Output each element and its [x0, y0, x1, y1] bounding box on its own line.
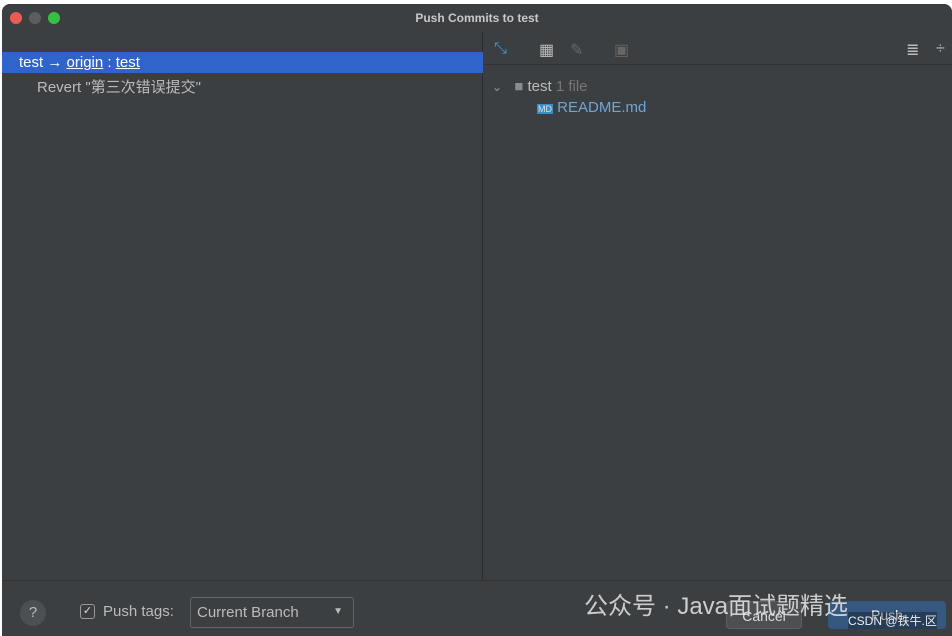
- file-name: README.md: [557, 99, 647, 116]
- commit-item[interactable]: Revert "第三次错误提交": [37, 76, 201, 97]
- edit-icon[interactable]: ✎: [570, 40, 583, 60]
- dropdown-arrow-icon: ▼: [333, 606, 343, 617]
- csdn-watermark: CSDN @铁牛.区: [848, 612, 937, 629]
- file-count: 1 file: [555, 78, 588, 95]
- folder-node[interactable]: ⌄ ■ test 1 file: [492, 78, 646, 95]
- chevron-down-icon[interactable]: ⌄: [492, 80, 502, 94]
- separator: :: [107, 54, 112, 71]
- push-dialog: Push Commits to test test → origin : tes…: [2, 4, 952, 636]
- file-tree: ⌄ ■ test 1 file MD README.md: [492, 78, 646, 116]
- remote-branch-link[interactable]: test: [116, 54, 140, 71]
- changes-panel: ⤡ ▦ ✎ ▣ ≣ ÷ ⌄ ■ test 1 file MD README.md: [484, 32, 952, 580]
- markdown-file-icon: MD: [537, 104, 553, 114]
- collapse-all-icon[interactable]: ÷: [936, 40, 945, 58]
- wechat-watermark: 公众号 · Java面试题精选: [584, 593, 849, 620]
- push-tags-checkbox[interactable]: ✓: [80, 604, 95, 619]
- folder-name: test: [527, 78, 552, 95]
- local-branch: test: [19, 54, 44, 71]
- window-title: Push Commits to test: [415, 11, 539, 25]
- branch-row[interactable]: test → origin : test: [2, 52, 483, 73]
- title-bar: Push Commits to test: [2, 4, 952, 32]
- commits-panel: test → origin : test Revert "第三次错误提交": [2, 32, 483, 580]
- preview-icon[interactable]: ▣: [614, 40, 629, 60]
- push-tags-select[interactable]: Current Branch ▼: [190, 597, 354, 628]
- push-tags-label: Push tags:: [103, 603, 174, 620]
- group-by-icon[interactable]: ▦: [539, 40, 554, 60]
- file-node[interactable]: MD README.md: [537, 99, 646, 116]
- arrow: →: [47, 54, 63, 71]
- select-value: Current Branch: [197, 604, 299, 621]
- folder-icon: ■: [514, 78, 524, 95]
- expand-all-icon[interactable]: ≣: [906, 40, 919, 60]
- remote-link[interactable]: origin: [67, 54, 104, 71]
- changes-toolbar: ⤡ ▦ ✎ ▣ ≣ ÷: [484, 32, 952, 65]
- help-button[interactable]: ?: [20, 600, 46, 626]
- expand-diff-icon[interactable]: ⤡: [494, 40, 507, 58]
